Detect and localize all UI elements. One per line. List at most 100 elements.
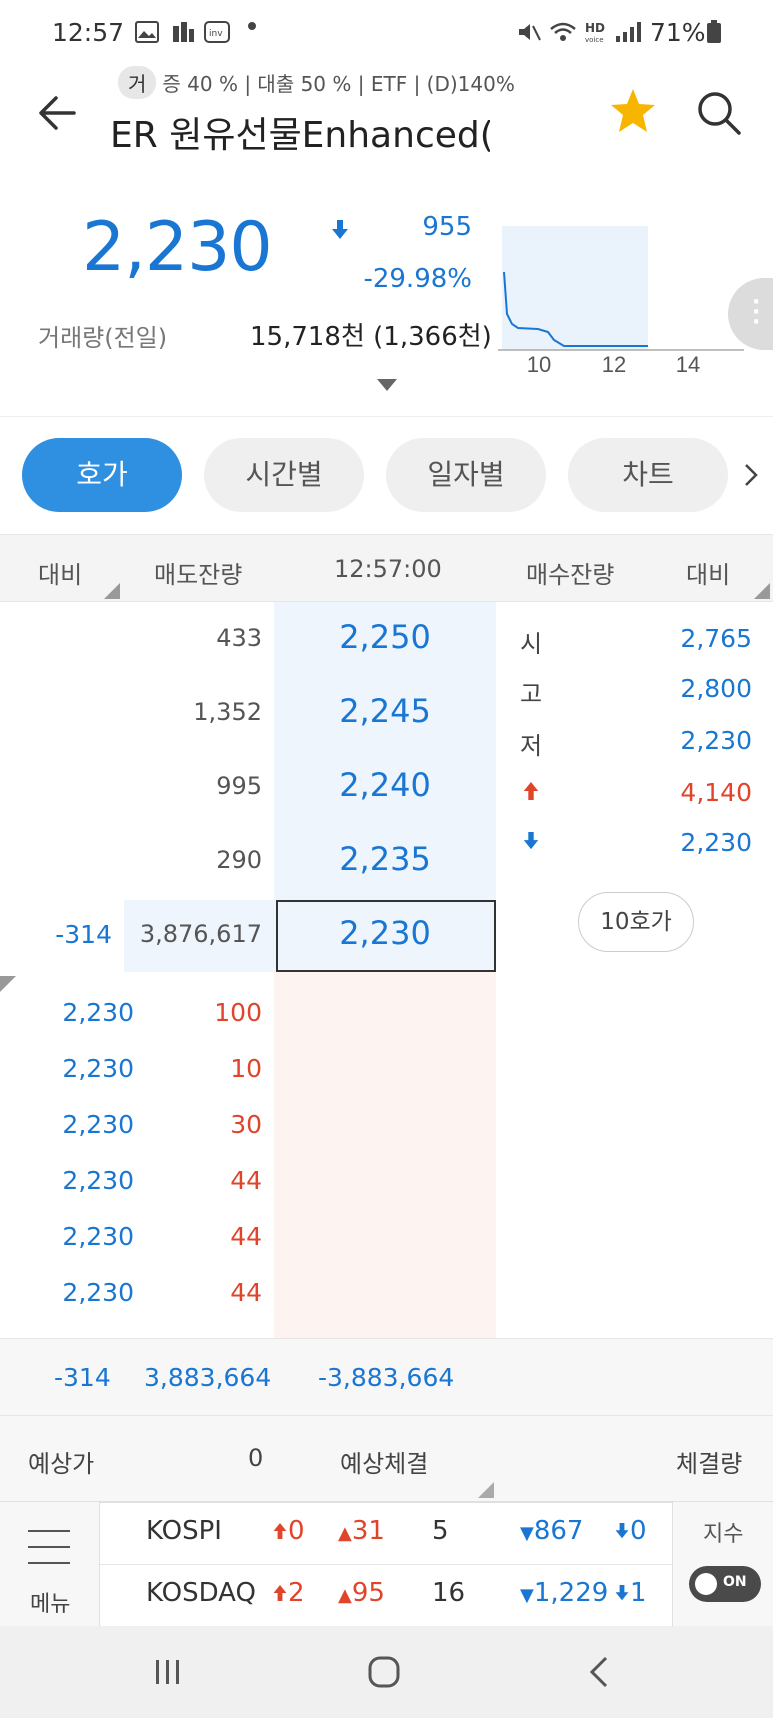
trade-price: 2,230 <box>62 998 134 1027</box>
upper-limit-value: 0 <box>288 1516 305 1546</box>
orderbook-header: 대비 매도잔량 12:57:00 매수잔량 대비 <box>0 534 773 602</box>
unchanged-count: 16 <box>432 1578 466 1608</box>
index-name: KOSDAQ <box>146 1578 256 1608</box>
trade-price: 2,230 <box>62 1166 134 1195</box>
tab-by-date[interactable]: 일자별 <box>386 438 546 512</box>
svg-text:HD: HD <box>585 21 605 35</box>
svg-text:voice: voice <box>585 36 604 44</box>
home-icon[interactable] <box>362 1650 406 1694</box>
trade-qty: 44 <box>230 1278 262 1307</box>
up-triangle-icon: ▲ <box>338 1585 352 1606</box>
current-ask-price[interactable]: 2,230 <box>274 914 496 952</box>
ask-qty: 433 <box>216 624 262 652</box>
intraday-mini-chart[interactable]: 10 12 14 <box>498 222 744 372</box>
open-label: 시 <box>520 630 543 658</box>
invest-app-icon: inv <box>204 21 230 43</box>
current-qty: 3,876,617 <box>139 920 262 948</box>
header-right-diff: 대비 <box>686 561 731 589</box>
trade-price: 2,230 <box>62 1278 134 1307</box>
expected-match-label: 예상체결 <box>340 1450 429 1478</box>
upper-limit-arrow-icon <box>273 1523 287 1539</box>
trade-qty: 10 <box>230 1054 262 1083</box>
trade-qty: 30 <box>230 1110 262 1139</box>
upper-limit-arrow-icon <box>523 782 539 800</box>
ask-price[interactable]: 2,250 <box>274 618 496 656</box>
low-value: 2,230 <box>680 726 752 755</box>
summary-net: -3,883,664 <box>318 1363 455 1392</box>
header-ask-qty: 매도잔량 <box>154 561 243 589</box>
ask-price[interactable]: 2,245 <box>274 692 496 730</box>
match-volume-label: 체결량 <box>676 1450 743 1478</box>
ask-qty: 290 <box>216 846 262 874</box>
upper-limit-arrow-icon <box>273 1585 287 1601</box>
ask-price[interactable]: 2,235 <box>274 840 496 878</box>
exchange-chip: 거 <box>118 66 157 99</box>
recent-apps-icon[interactable] <box>146 1650 190 1694</box>
lower-limit-arrow-icon <box>615 1523 629 1539</box>
trade-price: 2,230 <box>62 1110 134 1139</box>
kospi-row[interactable]: KOSPI 0 ▲31 5 ▼867 0 <box>100 1502 672 1564</box>
trade-qty: 44 <box>230 1222 262 1251</box>
ask-price[interactable]: 2,240 <box>274 766 496 804</box>
resize-corner-icon[interactable] <box>478 1482 494 1498</box>
header-bid-qty: 매수잔량 <box>526 561 615 589</box>
summary-diff: -314 <box>54 1363 111 1392</box>
resize-corner-icon[interactable] <box>0 976 16 992</box>
gallery-icon <box>135 21 159 43</box>
index-toggle-cell: 지수 ON <box>672 1502 773 1626</box>
expand-caret-icon[interactable] <box>376 378 398 392</box>
open-value: 2,765 <box>680 624 752 653</box>
tab-orderbook[interactable]: 호가 <box>22 438 182 512</box>
menu-icon <box>28 1530 70 1532</box>
current-price: 2,230 <box>82 208 273 287</box>
orderbook-summary: -314 3,883,664 -3,883,664 <box>0 1338 773 1416</box>
kosdaq-row[interactable]: KOSDAQ 2 ▲95 16 ▼1,229 1 <box>100 1564 672 1626</box>
lower-limit-value: 0 <box>630 1516 647 1546</box>
expected-row: 예상가 0 예상체결 체결량 <box>0 1416 773 1502</box>
down-arrow-icon <box>332 220 348 239</box>
favorite-star-icon[interactable] <box>608 86 658 136</box>
header-time: 12:57:00 <box>334 555 442 583</box>
ten-quote-button[interactable]: 10호가 <box>578 892 694 952</box>
battery-icon <box>707 20 721 43</box>
low-label: 저 <box>520 732 543 760</box>
notification-dot-icon <box>248 22 256 30</box>
mini-chart-tick: 12 <box>602 352 626 372</box>
decliners-value: 867 <box>533 1516 584 1546</box>
upper-limit-count: 2 <box>272 1578 305 1608</box>
toggle-knob <box>695 1573 717 1595</box>
chevron-right-icon[interactable] <box>742 462 760 488</box>
tab-by-time[interactable]: 시간별 <box>204 438 364 512</box>
status-bar: 12:57 inv HD voice 71% <box>0 0 773 64</box>
advancers-count: ▲31 <box>338 1516 385 1546</box>
menu-icon-line <box>28 1546 70 1548</box>
bid-price-column <box>274 972 496 1338</box>
search-icon[interactable] <box>694 88 744 138</box>
lower-limit-count: 0 <box>614 1516 647 1546</box>
system-nav-bar <box>0 1626 773 1718</box>
ask-qty: 1,352 <box>193 698 262 726</box>
decliners-count: ▼1,229 <box>520 1578 608 1608</box>
tag-line-text: 증 40 % | 대출 50 % | ETF | (D)140% <box>162 72 515 96</box>
hd-voice-icon: HDvoice <box>585 21 605 44</box>
back-arrow-icon[interactable] <box>34 88 84 138</box>
advancers-value: 95 <box>351 1578 385 1608</box>
summary-ask-total: 3,883,664 <box>144 1363 272 1392</box>
price-change: 955 <box>422 212 472 242</box>
signal-icon <box>616 22 641 42</box>
tab-chart[interactable]: 차트 <box>568 438 728 512</box>
stock-tags: 거증 40 % | 대출 50 % | ETF | (D)140% <box>118 66 515 99</box>
column-resize-corner-icon[interactable] <box>104 583 120 599</box>
high-value: 2,800 <box>680 674 752 703</box>
stock-title[interactable]: ER 원유선물Enhanced( <box>110 106 490 158</box>
trade-price: 2,230 <box>62 1054 134 1083</box>
menu-button[interactable]: 메뉴 <box>0 1502 100 1626</box>
back-nav-icon[interactable] <box>578 1650 622 1694</box>
column-resize-corner-icon[interactable] <box>754 583 770 599</box>
index-toggle-switch[interactable]: ON <box>689 1566 761 1602</box>
decliners-count: ▼867 <box>520 1516 583 1546</box>
trade-price: 2,230 <box>62 1222 134 1251</box>
mute-icon <box>519 24 541 41</box>
volume-label: 거래량(전일) <box>38 324 168 352</box>
menu-label: 메뉴 <box>30 1592 71 1617</box>
